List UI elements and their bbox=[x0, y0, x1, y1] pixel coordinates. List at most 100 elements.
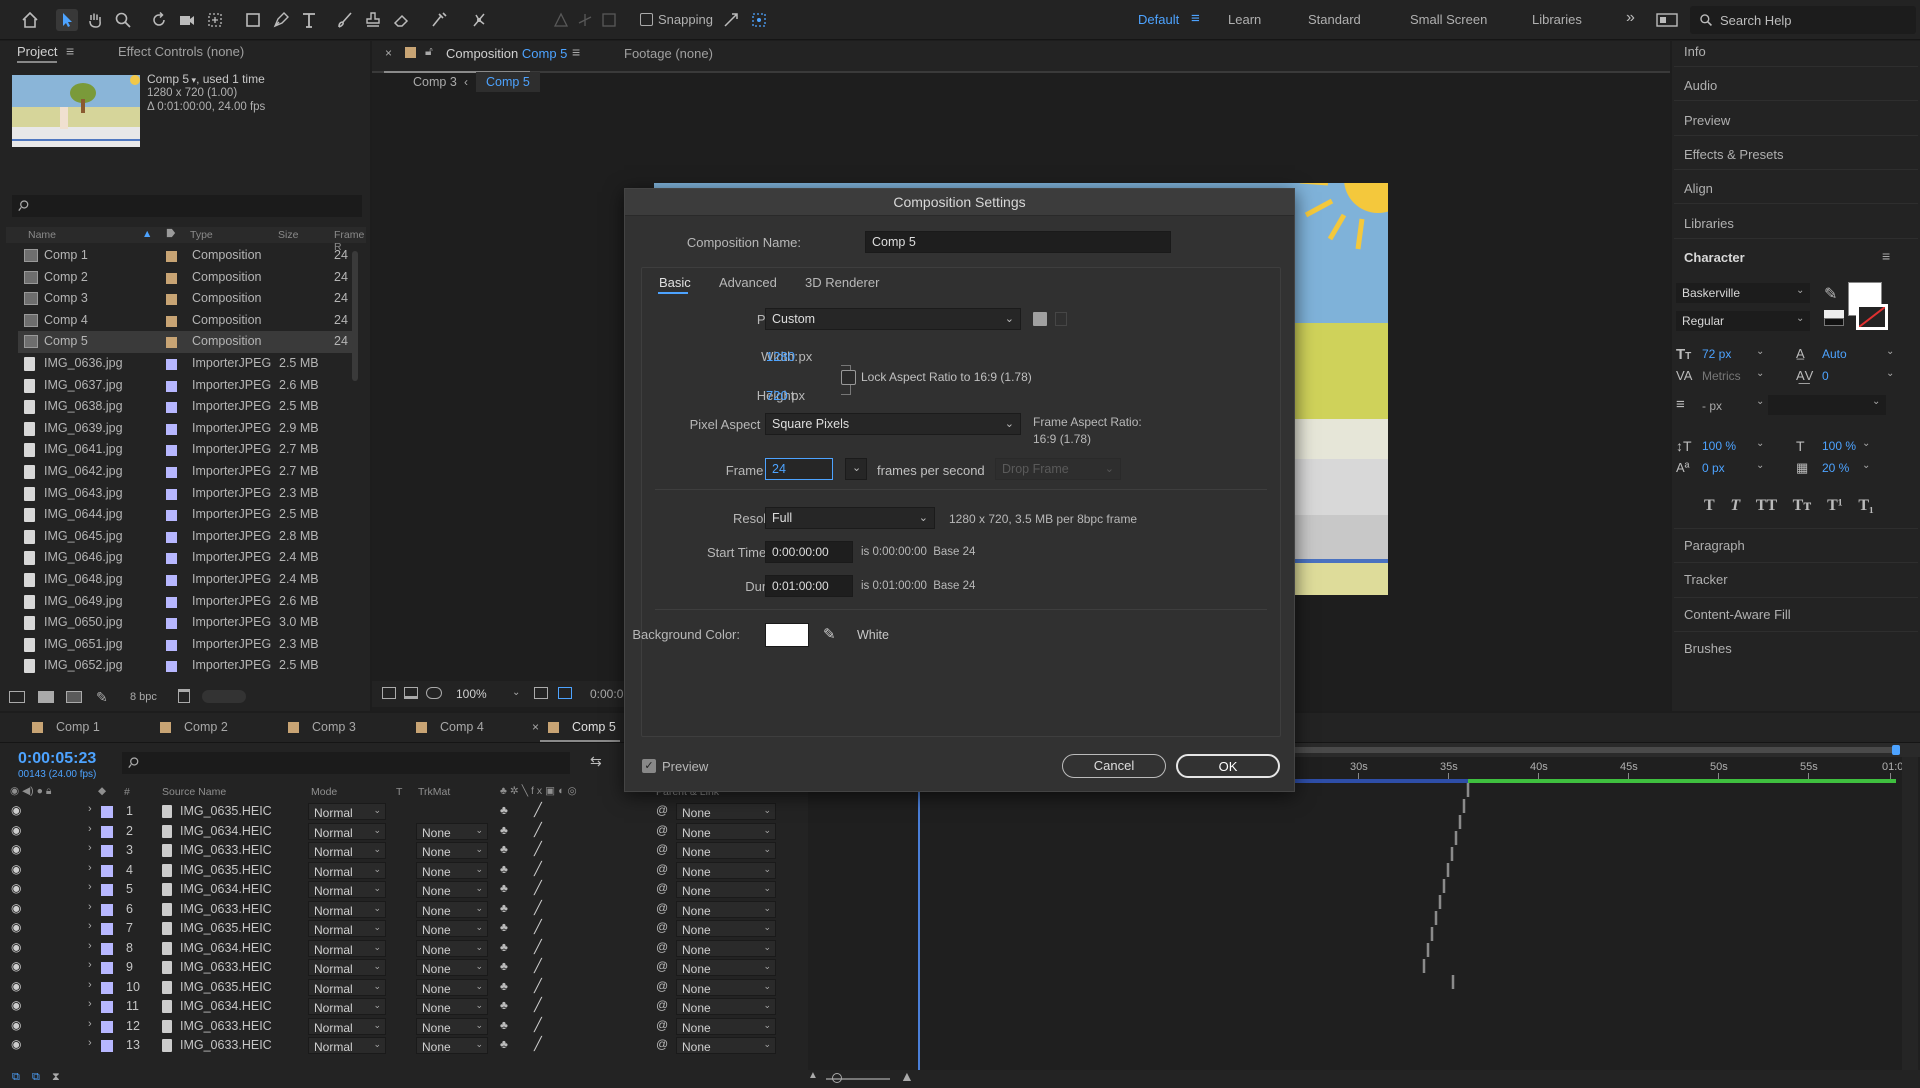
twirl-arrow-icon[interactable]: › bbox=[88, 1018, 92, 1030]
visibility-eye-icon[interactable]: ◉ bbox=[11, 862, 21, 876]
label-color-swatch[interactable] bbox=[166, 315, 177, 327]
parent-dropdown[interactable]: None ⌄ bbox=[676, 998, 776, 1015]
twirl-arrow-icon[interactable]: › bbox=[88, 959, 92, 971]
cancel-button[interactable]: Cancel bbox=[1062, 754, 1166, 778]
selection-tool-icon[interactable] bbox=[56, 9, 78, 31]
frame-rate-dropdown[interactable]: ⌄ bbox=[845, 458, 867, 480]
panel-content-aware-fill[interactable]: Content-Aware Fill bbox=[1684, 607, 1791, 622]
shy-switch-icon[interactable]: ♣ bbox=[500, 901, 508, 915]
save-preset-icon[interactable] bbox=[1033, 312, 1047, 326]
blend-mode-dropdown[interactable]: Normal ⌄ bbox=[308, 900, 386, 918]
label-color-swatch[interactable] bbox=[166, 337, 177, 349]
panel-paragraph[interactable]: Paragraph bbox=[1684, 538, 1745, 553]
navigator-end-handle[interactable] bbox=[1892, 745, 1900, 755]
twirl-arrow-icon[interactable]: › bbox=[88, 862, 92, 874]
label-color-swatch[interactable] bbox=[166, 596, 177, 608]
label-color-swatch[interactable] bbox=[101, 864, 113, 877]
col-mode[interactable]: Mode bbox=[311, 786, 337, 798]
blend-mode-dropdown[interactable]: Normal ⌄ bbox=[308, 803, 386, 820]
project-item[interactable]: IMG_0637.jpg ImporterJPEG 2.6 MB bbox=[18, 375, 358, 397]
track-matte-dropdown[interactable]: None ⌄ bbox=[416, 939, 488, 957]
col-trkmat[interactable]: TrkMat bbox=[418, 786, 450, 798]
track-matte-dropdown[interactable]: None ⌄ bbox=[416, 920, 488, 937]
label-color-swatch[interactable] bbox=[166, 488, 177, 500]
shy-switch-icon[interactable]: ♣ bbox=[500, 881, 508, 895]
project-item[interactable]: IMG_0644.jpg ImporterJPEG 2.5 MB bbox=[18, 504, 358, 526]
blend-mode-dropdown[interactable]: Normal ⌄ bbox=[308, 861, 386, 879]
font-size-value[interactable]: 72 px bbox=[1702, 347, 1731, 361]
viewer-timecode[interactable]: 0:00:0 bbox=[590, 687, 623, 701]
label-color-swatch[interactable] bbox=[101, 825, 113, 838]
project-item[interactable]: IMG_0645.jpg ImporterJPEG 2.8 MB bbox=[18, 526, 358, 548]
stroke-color-swatch[interactable] bbox=[1856, 304, 1888, 330]
layer-row[interactable]: ◉ › 7 IMG_0635.HEIC Normal ⌄ None ⌄ ♣ ╱ @ None ⌄ bbox=[0, 919, 808, 939]
project-item[interactable]: IMG_0636.jpg ImporterJPEG 2.5 MB bbox=[18, 353, 358, 375]
timeline-tab-3[interactable]: Comp 3 bbox=[312, 720, 356, 734]
visibility-eye-icon[interactable]: ◉ bbox=[11, 1037, 21, 1051]
chevron-down-icon[interactable]: ⌄ bbox=[1756, 438, 1764, 449]
quality-switch-icon[interactable]: ╱ bbox=[534, 841, 542, 857]
pan-behind-tool-icon[interactable] bbox=[204, 9, 226, 31]
duration-input[interactable]: 0:01:00:00 bbox=[765, 575, 853, 597]
layer-row[interactable]: ◉ › 11 IMG_0634.HEIC Normal ⌄ None ⌄ ♣ ╱ @ None ⌄ bbox=[0, 997, 808, 1017]
chevron-down-icon[interactable]: ⌄ bbox=[1862, 438, 1870, 449]
clone-stamp-tool-icon[interactable] bbox=[362, 9, 384, 31]
quality-switch-icon[interactable]: ╱ bbox=[534, 1036, 542, 1052]
blend-mode-dropdown[interactable]: Normal ⌄ bbox=[308, 842, 386, 859]
parent-pickwhip-icon[interactable]: @ bbox=[656, 1037, 668, 1051]
project-item[interactable]: IMG_0646.jpg ImporterJPEG 2.4 MB bbox=[18, 547, 358, 569]
lock-icon[interactable]: 🔓︎ bbox=[425, 44, 433, 59]
label-color-swatch[interactable] bbox=[101, 806, 113, 818]
twirl-arrow-icon[interactable]: › bbox=[88, 901, 92, 913]
project-item[interactable]: Comp 4 Composition 24 bbox=[18, 310, 358, 332]
project-item[interactable]: IMG_0638.jpg ImporterJPEG 2.5 MB bbox=[18, 396, 358, 418]
twirl-arrow-icon[interactable]: › bbox=[88, 920, 92, 932]
col-type[interactable]: Type bbox=[190, 229, 213, 241]
label-color-swatch[interactable] bbox=[166, 618, 177, 630]
roto-brush-tool-icon[interactable] bbox=[428, 9, 450, 31]
layer-row[interactable]: ◉ › 5 IMG_0634.HEIC Normal ⌄ None ⌄ ♣ ╱ @ None ⌄ bbox=[0, 880, 808, 900]
col-size[interactable]: Size bbox=[278, 229, 298, 241]
shy-switch-icon[interactable]: ♣ bbox=[500, 862, 508, 876]
parent-dropdown[interactable]: None ⌄ bbox=[676, 978, 776, 996]
kerning-value[interactable]: Metrics bbox=[1702, 369, 1741, 383]
chevron-down-icon[interactable]: ⌄ bbox=[1862, 460, 1870, 471]
panel-brushes[interactable]: Brushes bbox=[1684, 641, 1732, 656]
toggle-modes-icon[interactable]: ⧉ bbox=[32, 1071, 40, 1084]
project-item[interactable]: IMG_0639.jpg ImporterJPEG 2.9 MB bbox=[18, 418, 358, 440]
twirl-arrow-icon[interactable]: › bbox=[88, 998, 92, 1010]
layer-row[interactable]: ◉ › 6 IMG_0633.HEIC Normal ⌄ None ⌄ ♣ ╱ @ None ⌄ bbox=[0, 900, 808, 920]
snapping-checkbox[interactable] bbox=[640, 13, 653, 26]
layer-row[interactable]: ◉ › 12 IMG_0633.HEIC Normal ⌄ None ⌄ ♣ ╱ @ None ⌄ bbox=[0, 1017, 808, 1037]
col-t[interactable]: T bbox=[396, 786, 402, 798]
track-matte-dropdown[interactable]: None ⌄ bbox=[416, 822, 488, 840]
toggle-switches-icon[interactable]: ⧉ bbox=[12, 1071, 20, 1084]
blend-mode-dropdown[interactable]: Normal ⌄ bbox=[308, 978, 386, 996]
home-icon[interactable] bbox=[19, 9, 41, 31]
quality-switch-icon[interactable]: ╱ bbox=[534, 861, 542, 877]
zoom-out-icon[interactable]: ▲ bbox=[808, 1070, 818, 1081]
parent-dropdown[interactable]: None ⌄ bbox=[676, 1017, 776, 1035]
sort-asc-icon[interactable]: ▲ bbox=[142, 228, 152, 240]
background-color-swatch[interactable] bbox=[765, 623, 809, 647]
visibility-eye-icon[interactable]: ◉ bbox=[11, 842, 21, 856]
trash-icon[interactable] bbox=[178, 689, 190, 703]
quality-switch-icon[interactable]: ╱ bbox=[534, 958, 542, 974]
shy-switch-icon[interactable]: ♣ bbox=[500, 1037, 508, 1051]
ok-button[interactable]: OK bbox=[1176, 754, 1280, 778]
tab-effect-controls[interactable]: Effect Controls (none) bbox=[118, 44, 244, 59]
start-timecode-input[interactable]: 0:00:00:00 bbox=[765, 541, 853, 563]
parent-dropdown[interactable]: None ⌄ bbox=[676, 822, 776, 840]
preset-dropdown[interactable]: Custom ⌄ bbox=[765, 308, 1021, 330]
quality-switch-icon[interactable]: ╱ bbox=[534, 978, 542, 994]
preview-checkbox[interactable]: ✓ bbox=[642, 759, 656, 773]
chevron-down-icon[interactable]: ⌄ bbox=[1756, 460, 1764, 471]
quality-switch-icon[interactable]: ╱ bbox=[534, 900, 542, 916]
project-item[interactable]: Comp 2 Composition 24 bbox=[18, 267, 358, 289]
label-color-swatch[interactable] bbox=[101, 1001, 113, 1013]
blend-mode-dropdown[interactable]: Normal ⌄ bbox=[308, 939, 386, 957]
timeline-tab-1[interactable]: Comp 1 bbox=[56, 720, 100, 734]
project-item[interactable]: Comp 1 Composition 24 bbox=[18, 245, 358, 267]
close-timeline-tab-icon[interactable]: × bbox=[532, 720, 539, 734]
blend-mode-dropdown[interactable]: Normal ⌄ bbox=[308, 822, 386, 840]
